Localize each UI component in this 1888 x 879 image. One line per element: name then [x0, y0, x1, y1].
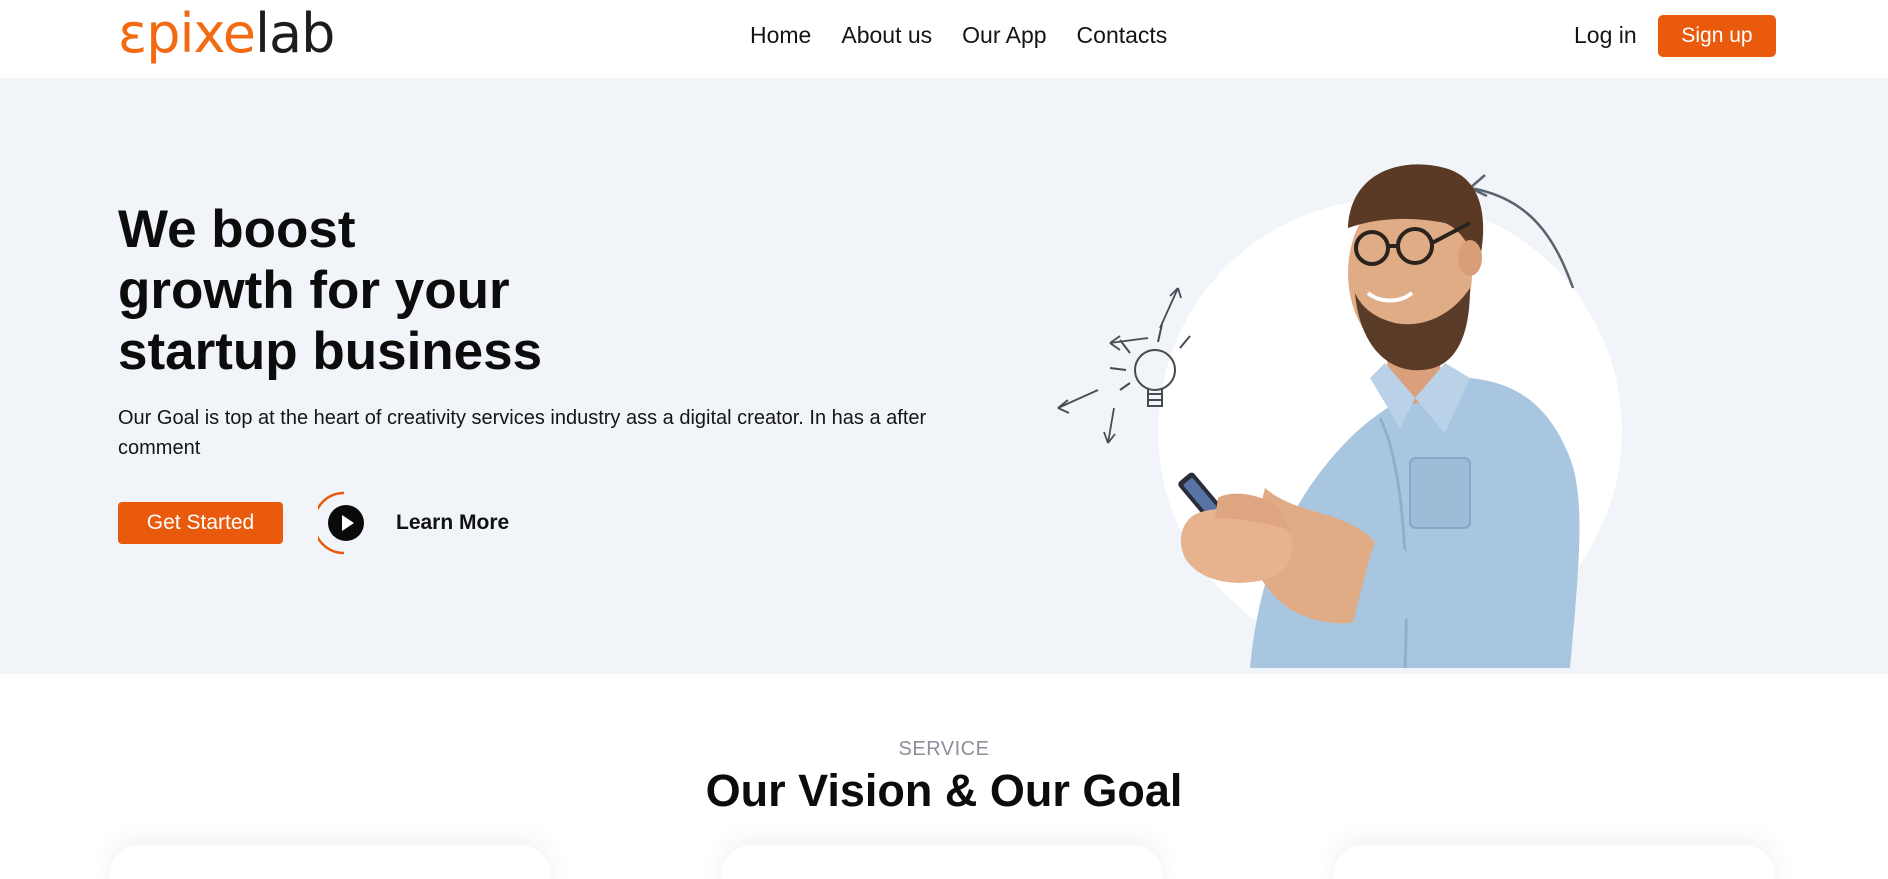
service-card-1	[110, 845, 550, 879]
service-card-3	[1334, 845, 1774, 879]
hero-description: Our Goal is top at the heart of creativi…	[118, 407, 927, 459]
brand-logo[interactable]: ɛpixe lab	[118, 2, 335, 65]
play-icon	[318, 490, 374, 556]
login-link[interactable]: Log in	[1574, 22, 1637, 49]
play-button-circle	[328, 505, 364, 541]
section-title: Our Vision & Our Goal	[705, 765, 1183, 816]
nav-home[interactable]: Home	[750, 22, 811, 49]
site-header: ɛpixe lab Home About us Our App Contacts …	[0, 0, 1888, 78]
man-with-phone-illustration	[1057, 164, 1622, 669]
learn-more-button[interactable]: Learn More	[318, 490, 509, 556]
hero-title-line-3: startup business	[118, 322, 543, 381]
nav-contacts[interactable]: Contacts	[1077, 22, 1168, 49]
hero-title: We boost growth for your startup busines…	[118, 199, 678, 382]
hero-title-line-1: We boost	[118, 200, 356, 259]
logo-text-secondary: lab	[255, 2, 335, 65]
service-eyebrow: SERVICE	[898, 738, 990, 760]
nav-about-us[interactable]: About us	[841, 22, 932, 49]
get-started-button[interactable]: Get Started	[118, 502, 283, 544]
nav-our-app[interactable]: Our App	[962, 22, 1046, 49]
logo-text-primary: ɛpixe	[118, 2, 256, 65]
main-nav: Home About us Our App Contacts	[750, 22, 1167, 49]
learn-more-label: Learn More	[396, 511, 510, 534]
hero-section: We boost growth for your startup busines…	[0, 78, 1888, 674]
hero-title-line-2: growth for your	[118, 261, 510, 320]
service-card-2	[722, 845, 1162, 879]
signup-button[interactable]: Sign up	[1658, 15, 1776, 57]
